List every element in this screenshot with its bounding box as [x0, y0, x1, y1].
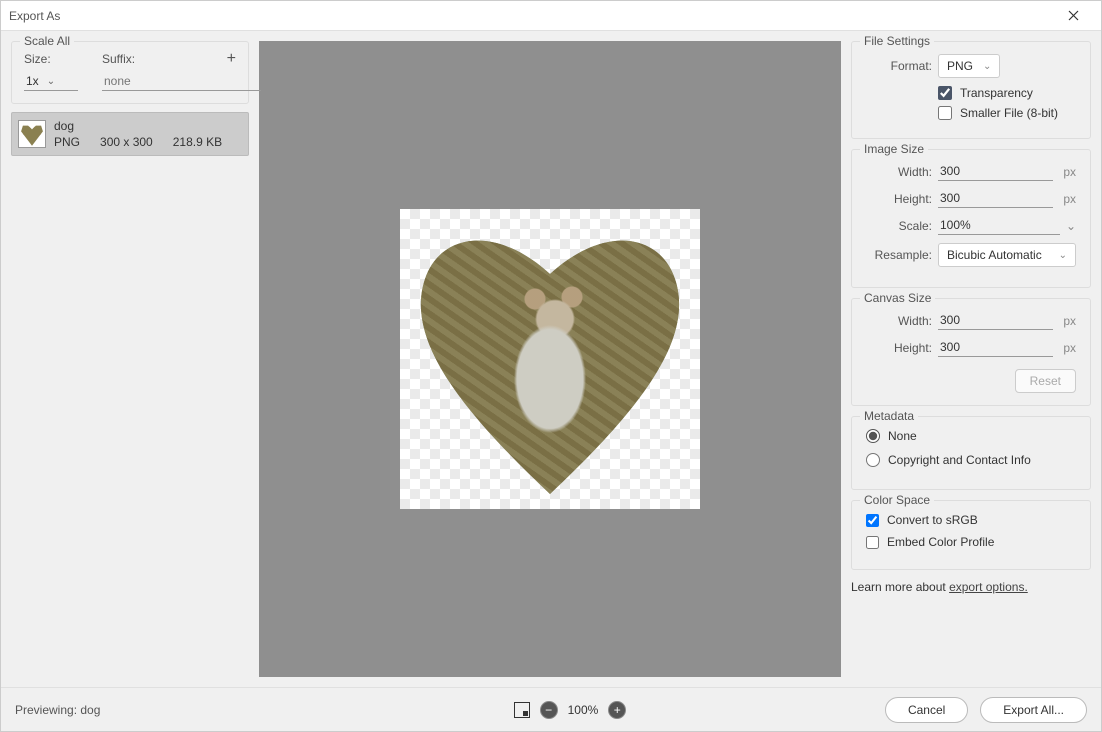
zoom-in-button[interactable]: +	[608, 701, 626, 719]
preview-canvas[interactable]	[259, 41, 841, 677]
canvas-width-input[interactable]	[938, 311, 1053, 330]
asset-dimensions: 300 x 300	[100, 135, 153, 149]
convert-srgb-input[interactable]	[866, 514, 879, 527]
canvas-height-input[interactable]	[938, 338, 1053, 357]
image-scale-input[interactable]	[938, 216, 1060, 235]
export-options-link[interactable]: export options.	[949, 580, 1028, 594]
image-size-legend: Image Size	[860, 142, 928, 156]
left-column: Scale All + Size: 1x ⌄ Suffix: dog	[11, 41, 249, 677]
metadata-group: Metadata None Copyright and Contact Info	[851, 416, 1091, 490]
transparency-checkbox[interactable]: Transparency	[938, 86, 1076, 100]
px-unit: px	[1063, 341, 1076, 355]
zoom-level: 100%	[568, 703, 599, 717]
px-unit: px	[1063, 192, 1076, 206]
preview-image	[400, 209, 700, 509]
file-settings-group: File Settings Format: PNG ⌄ Transparency…	[851, 41, 1091, 139]
canvas-size-legend: Canvas Size	[860, 291, 935, 305]
image-height-input[interactable]	[938, 189, 1053, 208]
smaller-file-input[interactable]	[938, 106, 952, 120]
image-size-group: Image Size Width: px Height: px Scale: ⌄…	[851, 149, 1091, 288]
chevron-down-icon[interactable]: ⌄	[1066, 219, 1076, 233]
chevron-down-icon: ⌄	[1059, 250, 1067, 261]
format-label: Format:	[866, 59, 932, 73]
color-space-legend: Color Space	[860, 493, 934, 507]
right-column: File Settings Format: PNG ⌄ Transparency…	[851, 41, 1091, 677]
metadata-none-input[interactable]	[866, 429, 880, 443]
format-select[interactable]: PNG ⌄	[938, 54, 1000, 78]
chevron-down-icon: ⌄	[983, 61, 991, 72]
metadata-legend: Metadata	[860, 409, 918, 423]
previewing-label: Previewing: dog	[15, 703, 255, 717]
color-space-group: Color Space Convert to sRGB Embed Color …	[851, 500, 1091, 570]
suffix-input[interactable]	[102, 72, 261, 91]
close-button[interactable]	[1053, 2, 1093, 30]
asset-filesize: 218.9 KB	[173, 135, 222, 149]
canvas-width-label: Width:	[866, 314, 932, 328]
fit-screen-icon[interactable]	[514, 702, 530, 718]
footer-bar: Previewing: dog − 100% + Cancel Export A…	[1, 687, 1101, 731]
convert-srgb-checkbox[interactable]: Convert to sRGB	[866, 513, 1076, 527]
size-select[interactable]: 1x ⌄	[24, 72, 78, 91]
zoom-out-button[interactable]: −	[540, 701, 558, 719]
add-scale-button[interactable]: +	[227, 50, 236, 68]
scale-all-legend: Scale All	[20, 34, 74, 48]
px-unit: px	[1063, 165, 1076, 179]
smaller-file-checkbox[interactable]: Smaller File (8-bit)	[938, 106, 1076, 120]
metadata-copyright-radio[interactable]: Copyright and Contact Info	[866, 453, 1076, 467]
suffix-label: Suffix:	[102, 52, 261, 66]
asset-name: dog	[54, 119, 242, 133]
scale-all-group: Scale All + Size: 1x ⌄ Suffix:	[11, 41, 249, 104]
asset-list-item[interactable]: dog PNG 300 x 300 218.9 KB	[11, 112, 249, 156]
file-settings-legend: File Settings	[860, 34, 934, 48]
scale-label: Scale:	[866, 219, 932, 233]
chevron-down-icon: ⌄	[47, 76, 55, 87]
canvas-size-group: Canvas Size Width: px Height: px Reset	[851, 298, 1091, 406]
embed-profile-input[interactable]	[866, 536, 879, 549]
title-bar: Export As	[1, 1, 1101, 31]
format-value: PNG	[947, 59, 973, 73]
resample-select[interactable]: Bicubic Automatic ⌄	[938, 243, 1076, 267]
size-value: 1x	[26, 74, 39, 88]
resample-label: Resample:	[866, 248, 932, 262]
preview-column	[259, 41, 841, 677]
size-label: Size:	[24, 52, 78, 66]
canvas-height-label: Height:	[866, 341, 932, 355]
height-label: Height:	[866, 192, 932, 206]
px-unit: px	[1063, 314, 1076, 328]
cancel-button[interactable]: Cancel	[885, 697, 968, 723]
asset-format: PNG	[54, 135, 80, 149]
export-all-button[interactable]: Export All...	[980, 697, 1087, 723]
resample-value: Bicubic Automatic	[947, 248, 1042, 262]
learn-more: Learn more about export options.	[851, 580, 1091, 594]
transparency-input[interactable]	[938, 86, 952, 100]
reset-button[interactable]: Reset	[1015, 369, 1076, 393]
asset-thumbnail	[18, 120, 46, 148]
width-label: Width:	[866, 165, 932, 179]
zoom-controls: − 100% +	[267, 701, 873, 719]
metadata-copyright-input[interactable]	[866, 453, 880, 467]
embed-profile-checkbox[interactable]: Embed Color Profile	[866, 535, 1076, 549]
window-title: Export As	[9, 9, 1053, 23]
metadata-none-radio[interactable]: None	[866, 429, 1076, 443]
dialog-content: Scale All + Size: 1x ⌄ Suffix: dog	[1, 31, 1101, 687]
image-width-input[interactable]	[938, 162, 1053, 181]
